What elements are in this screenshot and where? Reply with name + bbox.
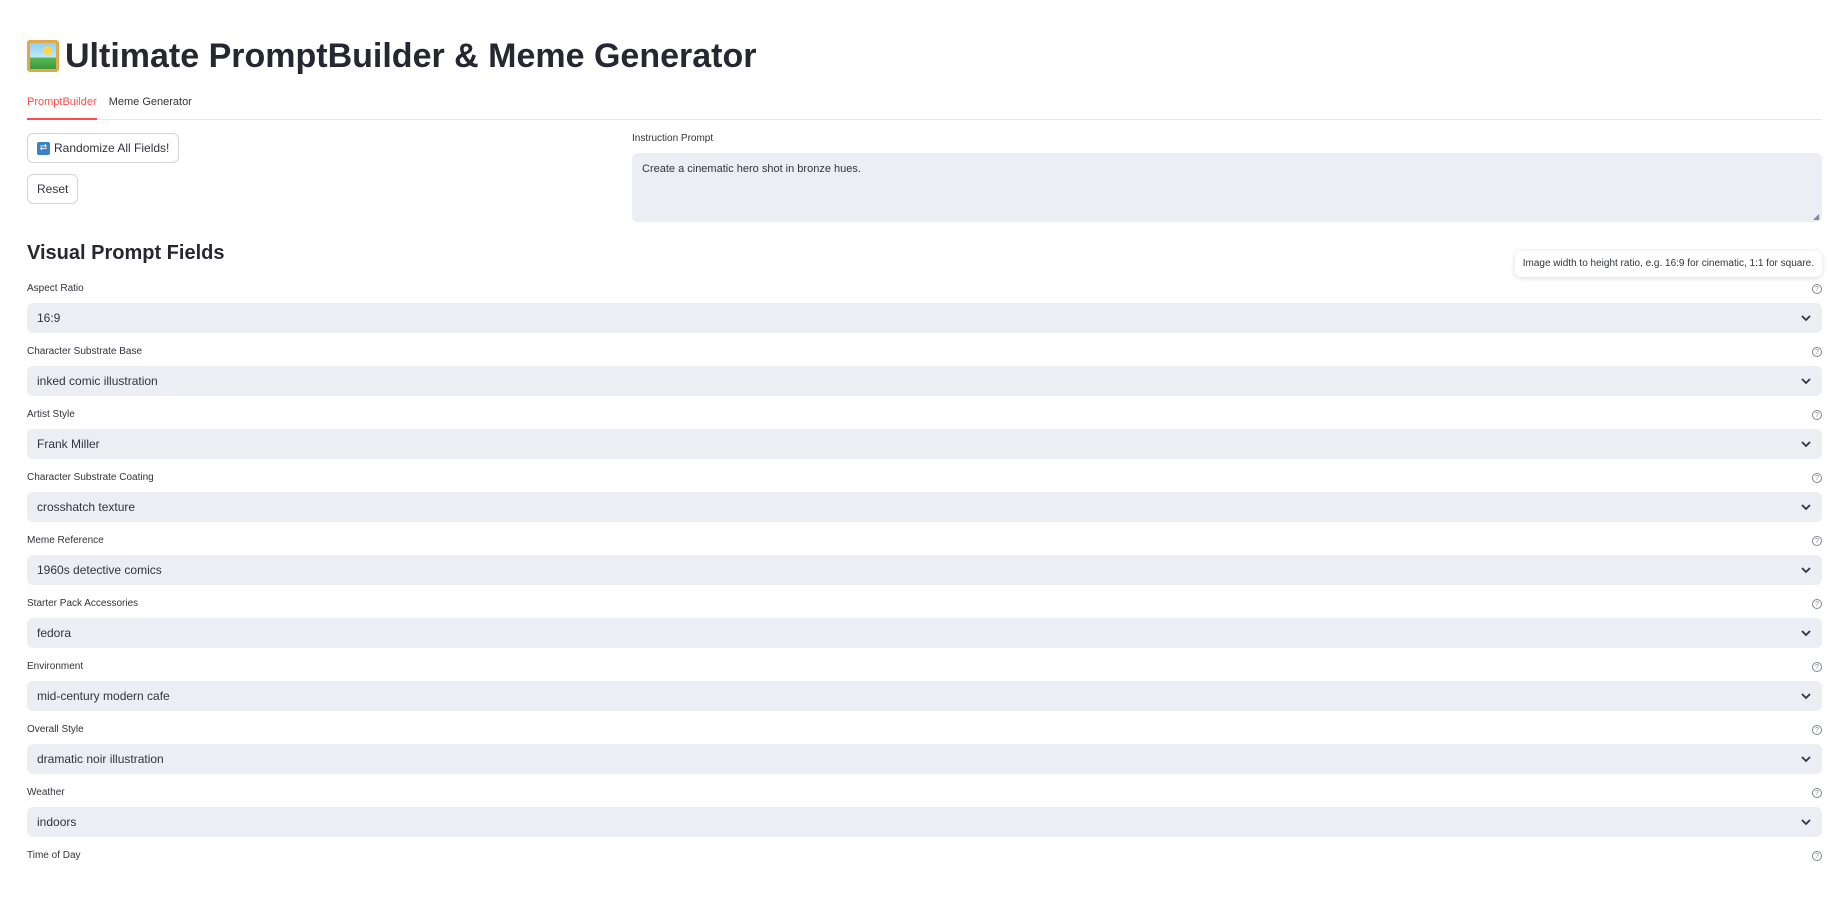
field-label: Character Substrate Coating: [27, 472, 154, 483]
field-label: Character Substrate Base: [27, 346, 143, 357]
character-substrate-base-select[interactable]: inked comic illustration: [27, 366, 1822, 396]
shuffle-icon: ⇄: [37, 141, 50, 155]
select-value: 16:9: [37, 311, 61, 325]
select-value: inked comic illustration: [37, 374, 158, 388]
help-icon[interactable]: ?: [1812, 536, 1822, 546]
field-aspect-ratio: Aspect Ratio ? 16:9: [27, 282, 1822, 345]
select-value: 1960s detective comics: [37, 563, 162, 577]
select-value: crosshatch texture: [37, 500, 136, 514]
meme-reference-select[interactable]: 1960s detective comics: [27, 555, 1822, 585]
chevron-down-icon: [1801, 378, 1811, 385]
select-value: fedora: [37, 626, 72, 640]
instruction-prompt-label: Instruction Prompt: [632, 133, 714, 144]
select-value: Frank Miller: [37, 437, 100, 451]
chevron-down-icon: [1801, 441, 1811, 448]
tab-promptbuilder[interactable]: PromptBuilder: [27, 93, 97, 120]
field-overall-style: Overall Style ? dramatic noir illustrati…: [27, 723, 1822, 786]
weather-select[interactable]: indoors: [27, 807, 1822, 837]
field-character-substrate-coating: Character Substrate Coating ? crosshatch…: [27, 471, 1822, 534]
field-label: Artist Style: [27, 409, 75, 420]
help-icon[interactable]: ?: [1812, 788, 1822, 798]
tab-meme-generator[interactable]: Meme Generator: [109, 93, 192, 119]
section-title: Visual Prompt Fields: [27, 242, 225, 264]
field-meme-reference: Meme Reference ? 1960s detective comics: [27, 534, 1822, 597]
field-label: Starter Pack Accessories: [27, 598, 139, 609]
select-value: indoors: [37, 815, 77, 829]
tab-bar: PromptBuilder Meme Generator: [27, 93, 1822, 120]
character-substrate-coating-select[interactable]: crosshatch texture: [27, 492, 1822, 522]
field-character-substrate-base: Character Substrate Base ? inked comic i…: [27, 345, 1822, 408]
artist-style-select[interactable]: Frank Miller: [27, 429, 1822, 459]
environment-select[interactable]: mid-century modern cafe: [27, 681, 1822, 711]
chevron-down-icon: [1801, 756, 1811, 763]
select-value: mid-century modern cafe: [37, 689, 170, 703]
chevron-down-icon: [1801, 819, 1811, 826]
help-icon[interactable]: ?: [1812, 599, 1822, 609]
field-label: Environment: [27, 661, 84, 672]
help-icon[interactable]: ?: [1812, 473, 1822, 483]
overall-style-select[interactable]: dramatic noir illustration: [27, 744, 1822, 774]
field-environment: Environment ? mid-century modern cafe: [27, 660, 1822, 723]
field-artist-style: Artist Style ? Frank Miller: [27, 408, 1822, 471]
instruction-prompt-value: Create a cinematic hero shot in bronze h…: [642, 163, 861, 175]
field-label: Time of Day: [27, 850, 81, 861]
help-icon[interactable]: ?: [1812, 410, 1822, 420]
help-icon[interactable]: ?: [1812, 725, 1822, 735]
visual-prompt-fields: Aspect Ratio ? 16:9 Character Substrate …: [27, 282, 1822, 912]
randomize-button[interactable]: ⇄ Randomize All Fields!: [27, 133, 180, 163]
starter-pack-accessories-select[interactable]: fedora: [27, 618, 1822, 648]
field-label: Aspect Ratio: [27, 283, 84, 294]
field-starter-pack-accessories: Starter Pack Accessories ? fedora: [27, 597, 1822, 660]
help-icon[interactable]: ?: [1812, 662, 1822, 672]
chevron-down-icon: [1801, 315, 1811, 322]
field-time-of-day: Time of Day ?: [27, 849, 1822, 912]
aspect-ratio-select[interactable]: 16:9: [27, 303, 1822, 333]
chevron-down-icon: [1801, 693, 1811, 700]
randomize-button-label: Randomize All Fields!: [54, 141, 170, 155]
reset-button-label: Reset: [37, 182, 69, 196]
help-tooltip: Image width to height ratio, e.g. 16:9 f…: [1514, 251, 1822, 277]
app-title: Ultimate PromptBuilder & Meme Generator: [27, 32, 756, 80]
resize-handle-icon[interactable]: ◢: [1813, 213, 1820, 221]
help-icon[interactable]: ?: [1812, 284, 1822, 294]
chevron-down-icon: [1801, 567, 1811, 574]
field-weather: Weather ? indoors: [27, 786, 1822, 849]
app-title-text: Ultimate PromptBuilder & Meme Generator: [65, 37, 757, 75]
chevron-down-icon: [1801, 504, 1811, 511]
field-label: Weather: [27, 787, 65, 798]
field-label: Overall Style: [27, 724, 84, 735]
chevron-down-icon: [1801, 630, 1811, 637]
reset-button[interactable]: Reset: [27, 174, 79, 204]
select-value: dramatic noir illustration: [37, 752, 164, 766]
field-label: Meme Reference: [27, 535, 104, 546]
instruction-prompt-textarea[interactable]: Create a cinematic hero shot in bronze h…: [632, 153, 1822, 222]
framed-picture-icon: [27, 40, 59, 72]
help-icon[interactable]: ?: [1812, 347, 1822, 357]
